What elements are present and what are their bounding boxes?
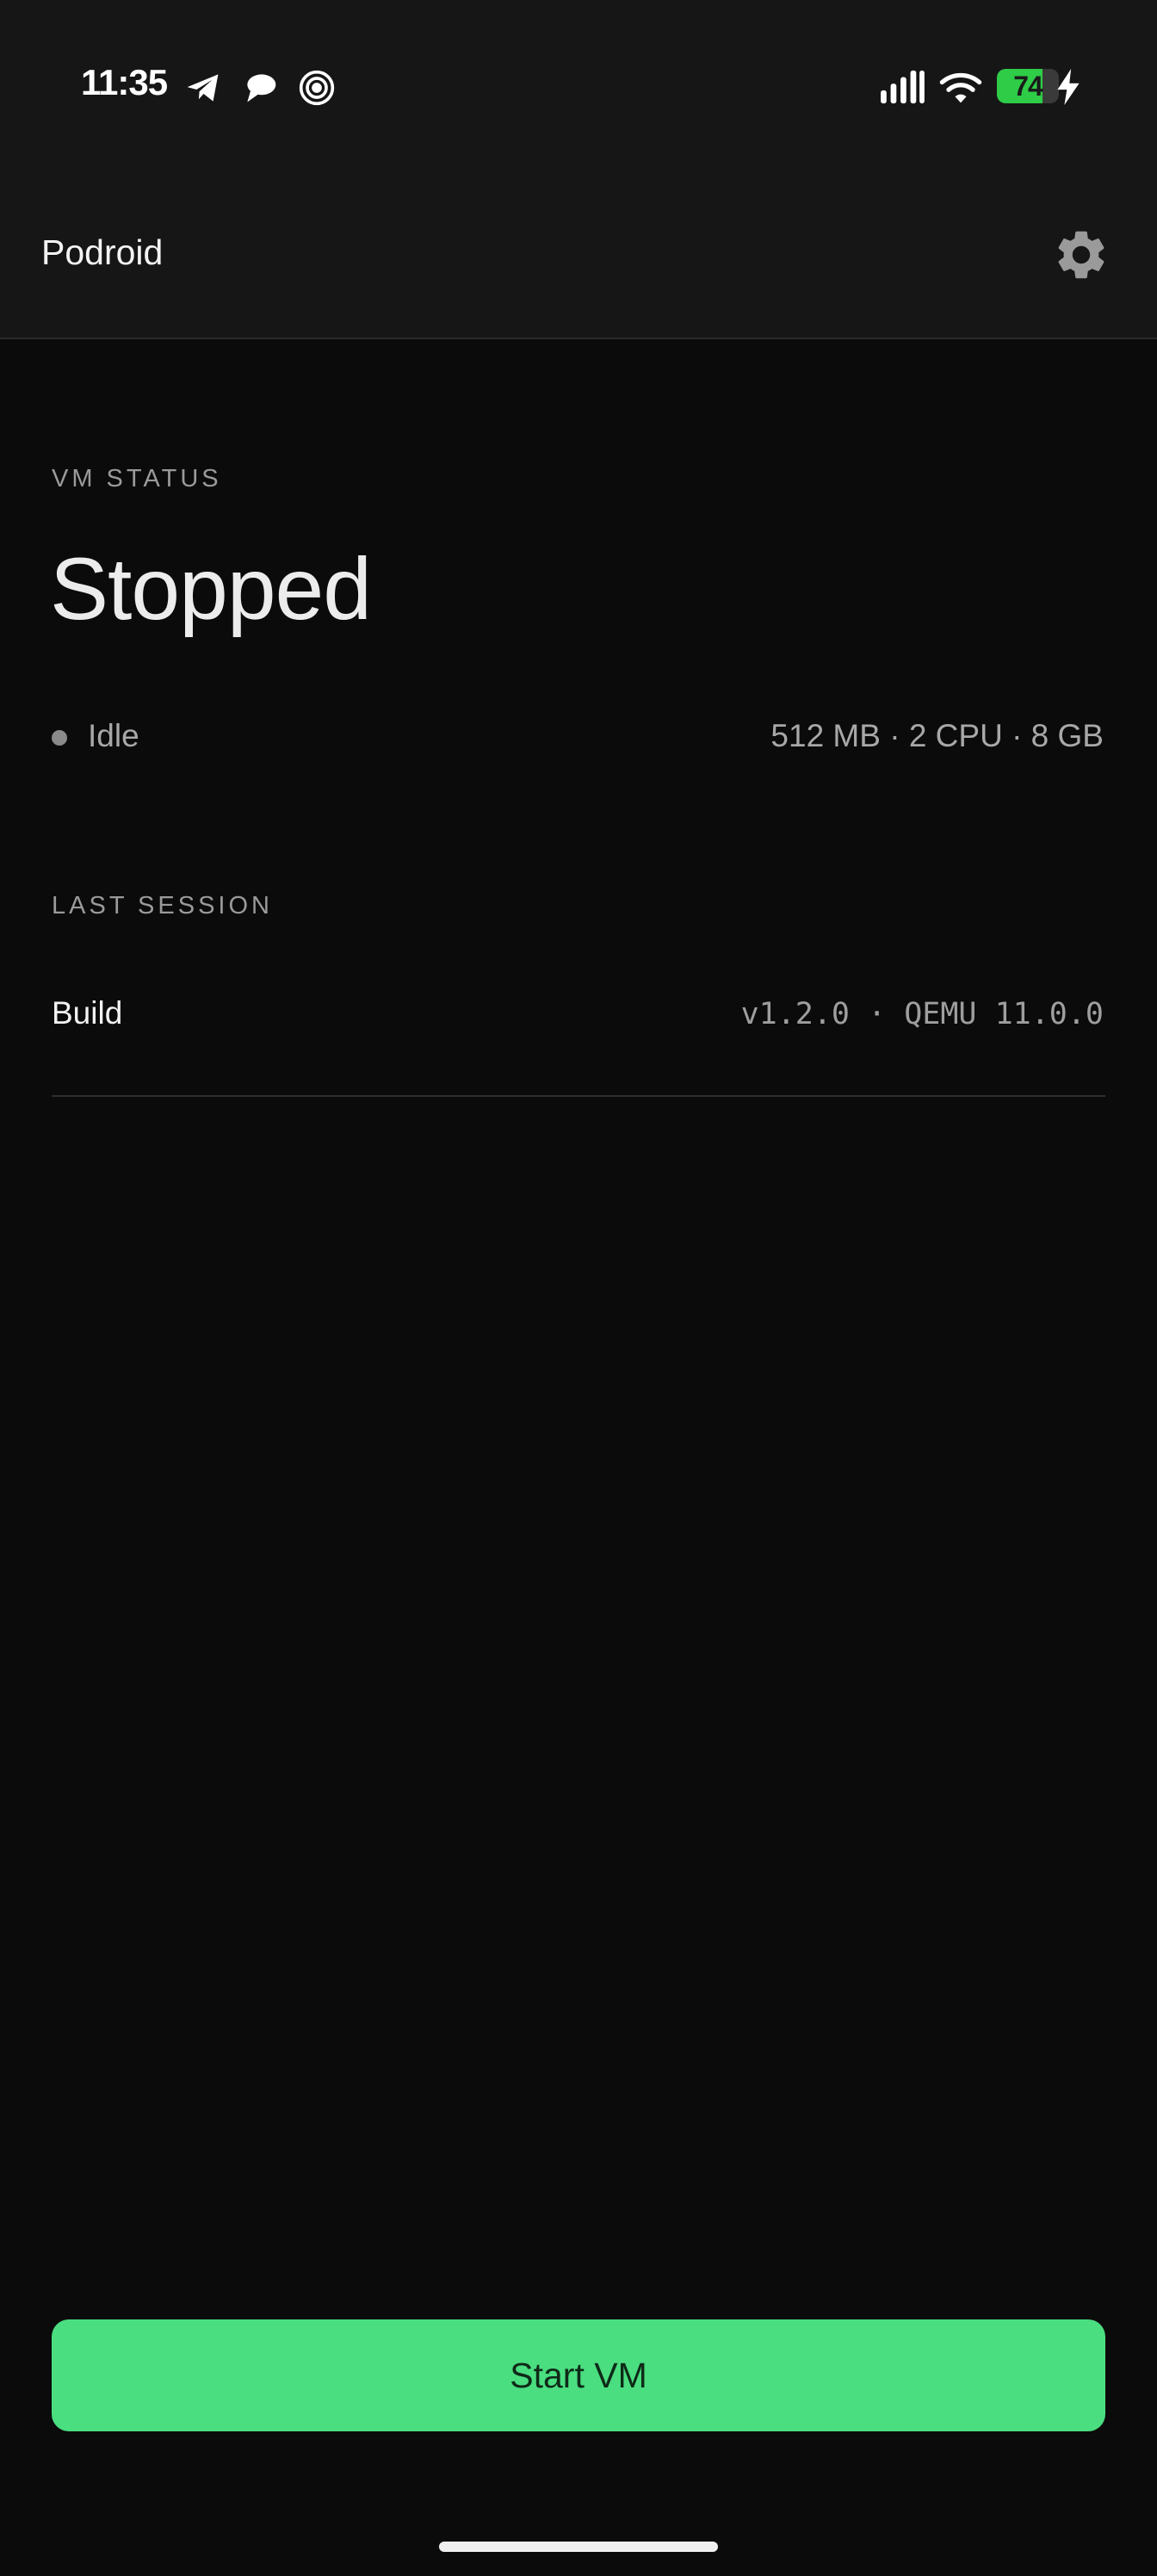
status-time: 11:35 (81, 62, 168, 102)
charging-bolt-icon (1055, 69, 1081, 105)
vm-activity-status: Idle (88, 718, 139, 753)
gear-icon (1052, 226, 1111, 284)
vm-resources: 512 MB · 2 CPU · 8 GB (770, 718, 1104, 753)
last-session-section-label: LAST SESSION (52, 892, 273, 920)
wifi-icon (938, 67, 983, 107)
app-title: Podroid (41, 232, 164, 272)
divider (52, 1095, 1105, 1097)
battery-icon: 74 (997, 69, 1059, 103)
chat-bubbles-icon (241, 69, 279, 107)
status-dot (52, 730, 67, 746)
battery-level: 74 (1013, 71, 1043, 102)
home-indicator[interactable] (439, 2542, 718, 2552)
start-vm-button[interactable]: Start VM (52, 2319, 1105, 2431)
status-bar: 11:35 74 (0, 0, 1157, 172)
cellular-signal-icon (878, 67, 926, 107)
vm-state: Stopped (50, 540, 372, 638)
top-app-area: 11:35 74 Podroid (0, 0, 1157, 339)
build-label: Build (52, 995, 123, 1031)
spiral-app-icon (298, 69, 336, 107)
settings-button[interactable] (1052, 226, 1111, 284)
telegram-icon (184, 69, 222, 107)
vm-status-section-label: VM STATUS (52, 465, 222, 492)
build-value: v1.2.0 · QEMU 11.0.0 (740, 997, 1104, 1031)
